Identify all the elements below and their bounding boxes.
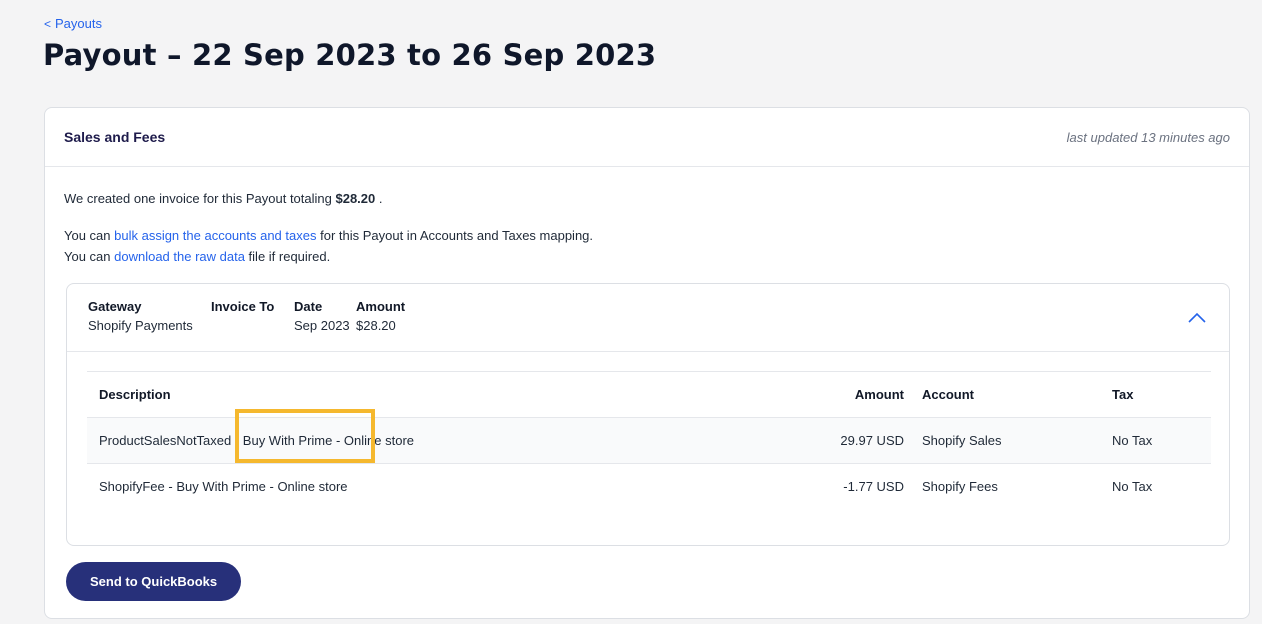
account-header: Account: [922, 371, 1112, 418]
table-row: ProductSalesNotTaxed - Buy With Prime - …: [87, 417, 1211, 464]
row-amount: 29.97 USD: [799, 417, 922, 464]
download-text-suffix: file if required.: [244, 249, 331, 264]
chevron-up-icon: [1188, 312, 1206, 323]
back-to-payouts-link[interactable]: < Payouts: [44, 16, 102, 31]
row-account[interactable]: Shopify Sales: [922, 417, 1112, 464]
card-title: Sales and Fees: [64, 129, 166, 145]
row-tax[interactable]: No Tax: [1112, 417, 1211, 464]
gateway-column: Gateway Shopify Payments: [88, 299, 193, 333]
invoice-to-value: [211, 318, 274, 333]
row-amount: -1.77 USD: [843, 479, 904, 494]
gateway-label: Gateway: [88, 299, 142, 314]
collapse-invoice-button[interactable]: [1185, 306, 1209, 330]
gateway-value: Shopify Payments: [88, 318, 193, 333]
invoice-to-column: Invoice To: [211, 299, 274, 333]
amount-column: Amount $28.20: [356, 299, 405, 333]
invoice-total: $28.20: [335, 191, 376, 206]
line-items-table: Description Amount Account Tax ProductSa…: [87, 371, 1211, 509]
tax-header: Tax: [1112, 371, 1211, 418]
amount-header: Amount: [799, 371, 922, 418]
amount-value: $28.20: [356, 318, 396, 333]
row-description: ShopifyFee - Buy With Prime - Online sto…: [99, 479, 348, 494]
last-updated-text: last updated 13 minutes ago: [1066, 129, 1230, 145]
amount-label: Amount: [356, 299, 406, 314]
invoice-text-suffix: .: [375, 191, 383, 206]
date-column: Date Sep 2023: [294, 299, 350, 333]
row-account[interactable]: Shopify Fees: [922, 464, 1112, 510]
card-header: Sales and Fees last updated 13 minutes a…: [45, 108, 1249, 167]
send-to-quickbooks-button[interactable]: Send to QuickBooks: [66, 562, 242, 601]
bulk-text-suffix: for this Payout in Accounts and Taxes ma…: [316, 228, 594, 243]
date-label: Date: [294, 299, 323, 314]
sales-and-fees-card: Sales and Fees last updated 13 minutes a…: [44, 107, 1250, 619]
bulk-assign-link[interactable]: bulk assign the accounts and taxes: [114, 228, 316, 243]
table-row: ShopifyFee - Buy With Prime - Online sto…: [87, 464, 1211, 510]
row-description: ProductSalesNotTaxed - Buy With Prime - …: [87, 417, 799, 464]
table-header-row: Description Amount Account Tax: [87, 371, 1211, 418]
download-raw-data-text: You can download the raw data file if re…: [64, 249, 330, 264]
invoice-to-label: Invoice To: [211, 299, 275, 314]
bulk-assign-text: You can bulk assign the accounts and tax…: [64, 228, 593, 243]
invoice-text-prefix: We created one invoice for this Payout t…: [64, 191, 336, 206]
description-header: Description: [87, 371, 799, 418]
download-text-prefix: You can: [64, 249, 115, 264]
row-tax[interactable]: No Tax: [1112, 464, 1211, 510]
date-value: Sep 2023: [294, 318, 350, 333]
invoice-panel: Gateway Shopify Payments Invoice To Date…: [66, 283, 1230, 546]
chevron-left-icon: <: [44, 16, 52, 31]
invoice-summary-text: We created one invoice for this Payout t…: [64, 191, 382, 206]
bulk-text-prefix: You can: [64, 228, 115, 243]
download-raw-data-link[interactable]: download the raw data: [114, 249, 245, 264]
back-link-label: Payouts: [55, 16, 102, 31]
invoice-summary-row[interactable]: Gateway Shopify Payments Invoice To Date…: [67, 284, 1229, 352]
page-title: Payout – 22 Sep 2023 to 26 Sep 2023: [43, 38, 657, 72]
